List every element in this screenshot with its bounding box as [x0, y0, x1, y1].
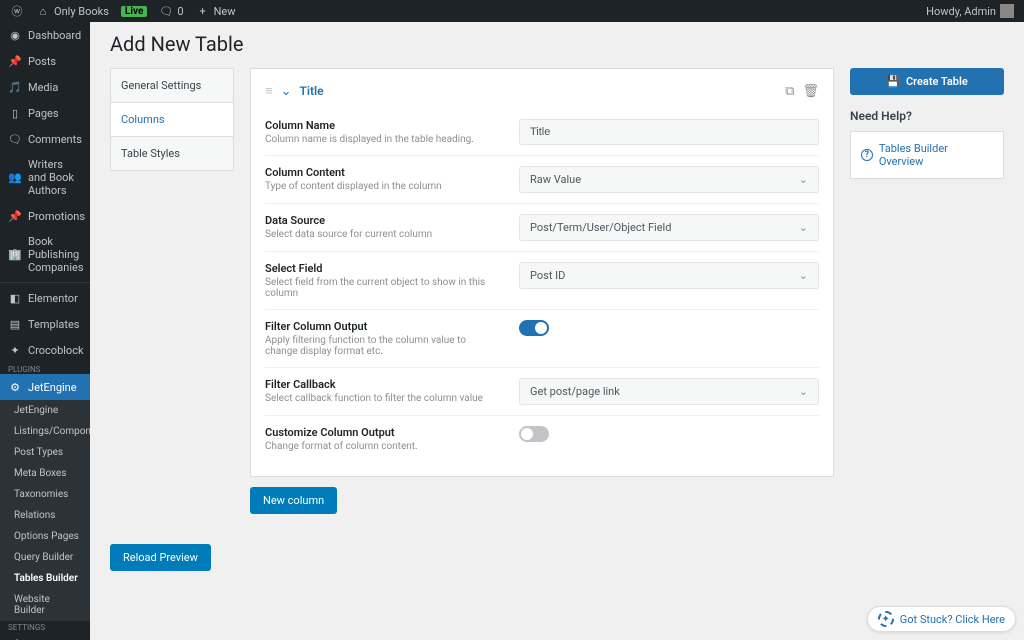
tab-columns[interactable]: Columns: [111, 103, 233, 137]
column-panel: ≡ ⌄ Title ⧉ 🗑 Column Name Column name is…: [250, 68, 834, 477]
comments-link[interactable]: 🗨0: [159, 4, 183, 18]
column-title[interactable]: Title: [300, 84, 324, 98]
chevron-down-icon: ⌄: [799, 173, 808, 186]
new-link[interactable]: +New: [196, 4, 236, 18]
menu-templates[interactable]: ▤Templates: [0, 311, 90, 337]
sub-listings[interactable]: Listings/Components: [0, 421, 90, 442]
filter-output-toggle[interactable]: [519, 320, 549, 336]
help-link[interactable]: Tables Builder Overview: [879, 142, 993, 168]
column-name-label: Column Name: [265, 119, 499, 132]
wordpress-icon: ⓦ: [10, 4, 24, 18]
tab-general[interactable]: General Settings: [111, 69, 233, 103]
chevron-down-icon: ⌄: [799, 221, 808, 234]
menu-publishing[interactable]: 🏢Book Publishing Companies: [0, 229, 90, 280]
select-field-desc: Select field from the current object to …: [265, 277, 499, 299]
help-icon: ?: [861, 149, 873, 161]
column-content-desc: Type of content displayed in the column: [265, 181, 499, 192]
drag-icon[interactable]: ≡: [265, 83, 273, 99]
customize-desc: Change format of column content.: [265, 441, 499, 452]
sub-website[interactable]: Website Builder: [0, 589, 90, 621]
chevron-down-icon[interactable]: ⌄: [281, 84, 292, 99]
wp-logo[interactable]: ⓦ: [10, 4, 24, 18]
building-icon: 🏢: [8, 248, 22, 262]
pin-icon: 📌: [8, 54, 22, 68]
chevron-down-icon: ⌄: [799, 385, 808, 398]
data-source-label: Data Source: [265, 214, 499, 227]
page-icon: ▯: [8, 106, 22, 120]
trash-icon[interactable]: 🗑: [802, 84, 819, 99]
sub-relations[interactable]: Relations: [0, 505, 90, 526]
help-link-box[interactable]: ? Tables Builder Overview: [850, 131, 1004, 179]
page-title: Add New Table: [110, 32, 1004, 56]
sub-taxonomies[interactable]: Taxonomies: [0, 484, 90, 505]
users-icon: 👥: [8, 171, 22, 185]
column-content-label: Column Content: [265, 166, 499, 179]
template-icon: ▤: [8, 317, 22, 331]
new-column-button[interactable]: New column: [250, 487, 337, 514]
sub-post-types[interactable]: Post Types: [0, 442, 90, 463]
filter-output-desc: Apply filtering function to the column v…: [265, 335, 499, 357]
menu-media[interactable]: 🎵Media: [0, 74, 90, 100]
column-name-input[interactable]: [519, 119, 819, 145]
tab-styles[interactable]: Table Styles: [111, 137, 233, 170]
menu-comments[interactable]: 🗨Comments: [0, 126, 90, 152]
elementor-icon: ◧: [8, 291, 22, 305]
content-area: Add New Table General Settings Columns T…: [90, 22, 1024, 640]
customize-toggle[interactable]: [519, 426, 549, 442]
callback-select[interactable]: Get post/page link⌄: [519, 378, 819, 405]
sub-meta-boxes[interactable]: Meta Boxes: [0, 463, 90, 484]
customize-label: Customize Column Output: [265, 426, 499, 439]
menu-writers[interactable]: 👥Writers and Book Authors: [0, 152, 90, 203]
menu-promotions[interactable]: 📌Promotions: [0, 203, 90, 229]
need-help-title: Need Help?: [850, 109, 1004, 123]
menu-dashboard[interactable]: ◉Dashboard: [0, 22, 90, 48]
plus-icon: +: [196, 4, 210, 18]
sub-tables[interactable]: Tables Builder: [0, 568, 90, 589]
comment-icon: 🗨: [159, 4, 173, 18]
comment-icon: 🗨: [8, 132, 22, 146]
got-stuck-button[interactable]: ✦Got Stuck? Click Here: [867, 606, 1016, 632]
admin-toolbar: ⓦ ⌂Only Books Live 🗨0 +New Howdy, Admin: [0, 0, 1024, 22]
menu-elementor[interactable]: ◧Elementor: [0, 285, 90, 311]
create-table-button[interactable]: 💾Create Table: [850, 68, 1004, 95]
reload-preview-button[interactable]: Reload Preview: [110, 544, 211, 571]
save-icon: 💾: [886, 75, 900, 88]
column-content-select[interactable]: Raw Value⌄: [519, 166, 819, 193]
copy-icon[interactable]: ⧉: [785, 84, 794, 99]
pin-icon: 📌: [8, 209, 22, 223]
account-link[interactable]: Howdy, Admin: [926, 4, 1014, 18]
settings-nav: General Settings Columns Table Styles: [110, 68, 234, 171]
admin-sidebar: ◉Dashboard 📌Posts 🎵Media ▯Pages 🗨Comment…: [0, 22, 90, 640]
callback-label: Filter Callback: [265, 378, 499, 391]
sub-jetengine[interactable]: JetEngine: [0, 400, 90, 421]
live-badge: Live: [121, 6, 147, 17]
callback-desc: Select callback function to filter the c…: [265, 393, 499, 404]
menu-jetengine[interactable]: ⚙JetEngine: [0, 374, 90, 400]
data-source-desc: Select data source for current column: [265, 229, 499, 240]
menu-posts[interactable]: 📌Posts: [0, 48, 90, 74]
lifebuoy-icon: ✦: [878, 611, 894, 627]
chevron-down-icon: ⌄: [799, 269, 808, 282]
sub-query[interactable]: Query Builder: [0, 547, 90, 568]
plugins-separator: PLUGINS: [0, 363, 90, 374]
settings-separator: SETTINGS: [0, 621, 90, 632]
home-icon: ⌂: [36, 4, 50, 18]
media-icon: 🎵: [8, 80, 22, 94]
sub-options[interactable]: Options Pages: [0, 526, 90, 547]
avatar: [1000, 4, 1014, 18]
dashboard-icon: ◉: [8, 28, 22, 42]
menu-crocoblock[interactable]: ✦Crocoblock: [0, 337, 90, 363]
filter-output-label: Filter Column Output: [265, 320, 499, 333]
menu-books[interactable]: 📌Books: [0, 632, 90, 640]
select-field-select[interactable]: Post ID⌄: [519, 262, 819, 289]
jetengine-submenu: JetEngine Listings/Components Post Types…: [0, 400, 90, 621]
croco-icon: ✦: [8, 343, 22, 357]
jetengine-icon: ⚙: [8, 380, 22, 394]
data-source-select[interactable]: Post/Term/User/Object Field⌄: [519, 214, 819, 241]
select-field-label: Select Field: [265, 262, 499, 275]
site-link[interactable]: ⌂Only Books: [36, 4, 109, 18]
column-name-desc: Column name is displayed in the table he…: [265, 134, 499, 145]
menu-pages[interactable]: ▯Pages: [0, 100, 90, 126]
